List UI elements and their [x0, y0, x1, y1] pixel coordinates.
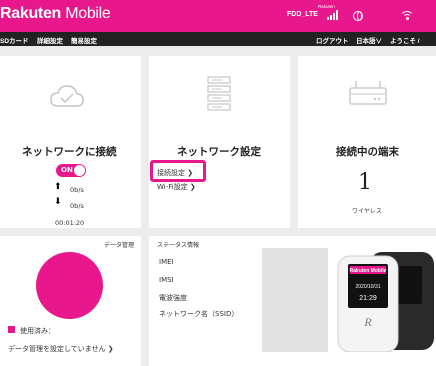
- language-select[interactable]: 日本語∨: [356, 35, 382, 45]
- used-label: 使用済み：: [20, 327, 55, 335]
- toggle-label: ON: [61, 166, 73, 174]
- signal-icon: [327, 10, 339, 20]
- svg-text:R: R: [363, 315, 372, 329]
- network-settings-title: ネットワーク設定: [177, 146, 261, 158]
- network-settings-card: ネットワーク設定 接続設定 ❯ Wi-Fi設定 ❯: [149, 56, 290, 228]
- connection-toggle[interactable]: ON: [56, 164, 86, 177]
- network-type: FDD_LTE: [287, 11, 318, 18]
- device-date-text: 2020/10/31: [355, 284, 380, 290]
- data-management-link[interactable]: データ管理を設定していません ❯: [8, 344, 114, 354]
- upload-speed: 0b/s: [70, 186, 84, 194]
- elapsed-time: 00:01:20: [55, 219, 85, 227]
- data-usage-pie: [36, 252, 103, 319]
- data-management-title: データ管理: [104, 242, 135, 249]
- ssid-label: ネットワーク名（SSID）: [159, 310, 239, 318]
- download-speed: 0b/s: [70, 202, 84, 210]
- logout-link[interactable]: ログアウト: [316, 35, 349, 45]
- top-header: Rakuten Mobile FDD_LTE Rakuten: [0, 0, 436, 32]
- cloud-icon: [50, 85, 84, 107]
- signal-label: 電波強度: [159, 294, 187, 302]
- connection-card: ネットワークに接続 ON ⬆ 0b/s ⬇ 0b/s 00:01:20: [0, 56, 141, 228]
- server-icon: [207, 76, 231, 111]
- devices-title: 接続中の端末: [336, 146, 399, 158]
- nav-sd-card[interactable]: SDカード: [0, 35, 29, 45]
- device-type: ワイヤレス: [352, 208, 382, 215]
- device-time-text: 21:29: [359, 295, 377, 302]
- nav-bar: SDカード 詳細設定 簡易設定 ログアウト 日本語∨ ようこそ /: [0, 32, 436, 46]
- nav-simple[interactable]: 簡易設定: [71, 35, 97, 45]
- status-title: ステータス情報: [157, 242, 200, 249]
- carrier-name: Rakuten: [318, 4, 335, 9]
- device-brand-text: Rakuten Mobile: [350, 268, 387, 274]
- wifi-icon[interactable]: [400, 10, 414, 22]
- toggle-knob: [74, 165, 85, 176]
- imsi-label: IMSI: [159, 276, 174, 284]
- router-icon: [349, 81, 387, 105]
- wifi-settings-link[interactable]: Wi-Fi設定 ❯: [157, 182, 196, 192]
- connection-title: ネットワークに接続: [22, 146, 117, 158]
- connect-settings-highlight: [150, 160, 206, 182]
- used-legend-swatch: [8, 326, 15, 333]
- brand-logo[interactable]: Rakuten Mobile: [0, 5, 111, 23]
- imei-label: IMEI: [159, 258, 174, 266]
- device-count: 1: [358, 170, 372, 195]
- nav-details[interactable]: 詳細設定: [37, 35, 63, 45]
- connected-devices-card: 接続中の端末: [298, 56, 436, 228]
- download-arrow-icon: ⬇: [54, 197, 62, 207]
- root: Rakuten Mobile FDD_LTE Rakuten SDカード 詳細設…: [0, 0, 436, 366]
- status-values-redacted: [262, 248, 328, 352]
- globe-icon[interactable]: [353, 11, 363, 21]
- device-image: Rakuten Mobile 2020/10/31 21:29 R: [337, 252, 434, 352]
- welcome-text: ようこそ /: [390, 38, 420, 45]
- upload-arrow-icon: ⬆: [54, 182, 62, 192]
